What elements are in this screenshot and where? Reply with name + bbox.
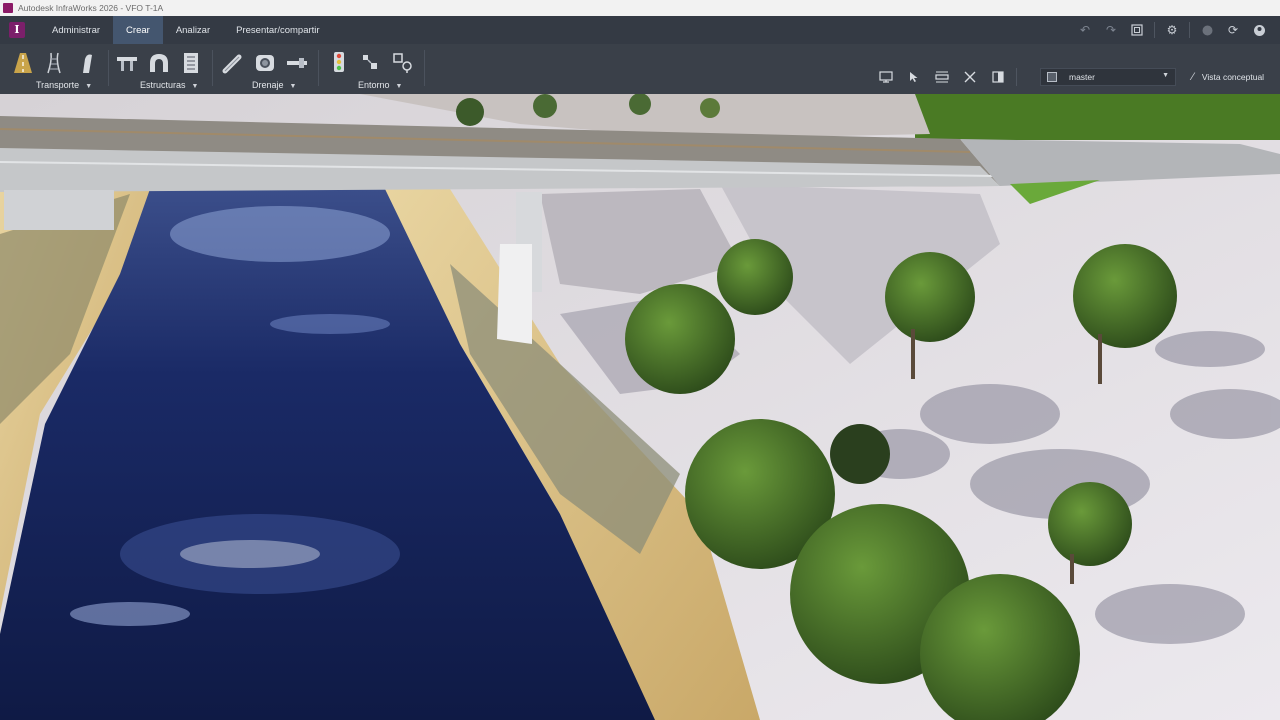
model-explorer-icon[interactable] — [1124, 16, 1150, 44]
proposal-select[interactable]: master ▼ — [1040, 68, 1176, 86]
chevron-down-icon: ▼ — [395, 83, 403, 90]
menu-bar: I Administrar Crear Analizar Presentar/c… — [0, 16, 1280, 44]
building-icon[interactable] — [178, 50, 204, 76]
transporte-label: Transporte — [36, 80, 80, 90]
toolbar-divider — [1016, 68, 1017, 86]
tab-crear[interactable]: Crear — [113, 16, 163, 44]
ribbon-divider — [318, 50, 319, 86]
account-icon[interactable] — [1246, 16, 1272, 44]
grass-area — [915, 94, 1280, 140]
tab-analizar[interactable]: Analizar — [163, 16, 223, 44]
undo-icon[interactable]: ↶ — [1072, 16, 1098, 44]
ribbon-divider — [424, 50, 425, 86]
cross-section-icon[interactable] — [956, 66, 984, 88]
tab-presentar-compartir[interactable]: Presentar/compartir — [223, 16, 332, 44]
ribbon-group-label[interactable]: Entorno ▼ — [358, 80, 402, 90]
panel-toggle-icon[interactable] — [984, 66, 1012, 88]
culvert-icon[interactable] — [252, 50, 278, 76]
ribbon-group-drenaje: Drenaje ▼ — [220, 44, 320, 94]
window-title: Autodesk InfraWorks 2026 - VFO T-1A — [18, 3, 164, 13]
sync-icon[interactable]: ⟳ — [1220, 16, 1246, 44]
redo-icon[interactable]: ↷ — [1098, 16, 1124, 44]
road-icon[interactable] — [10, 50, 36, 76]
visual-style-button[interactable]: ⁄ Vista conceptual — [1192, 68, 1264, 86]
ribbon-group-label[interactable]: Estructuras ▼ — [140, 80, 198, 90]
ribbon-group-label[interactable]: Drenaje ▼ — [252, 80, 296, 90]
chevron-down-icon: ▼ — [1162, 72, 1169, 79]
proposal-icon — [1047, 72, 1057, 82]
ribbon-group-entorno: Entorno ▼ — [326, 44, 426, 94]
ribbon-group-estructuras: Estructuras ▼ — [114, 44, 214, 94]
tab-administrar[interactable]: Administrar — [39, 16, 113, 44]
application-menu-icon[interactable]: I — [9, 22, 25, 38]
ribbon: Transporte ▼ Estructuras ▼ Drenaje ▼ Ent… — [0, 44, 1280, 94]
ribbon-divider — [212, 50, 213, 86]
presentation-icon[interactable] — [872, 66, 900, 88]
3d-viewport[interactable] — [0, 94, 1280, 720]
tree-icon[interactable] — [390, 50, 416, 76]
pipeline-icon[interactable] — [220, 50, 246, 76]
ribbon-group-label[interactable]: Transporte ▼ — [36, 80, 92, 90]
traffic-light-icon[interactable] — [326, 50, 352, 76]
pipe-connector-icon[interactable] — [284, 50, 310, 76]
drenaje-label: Drenaje — [252, 80, 284, 90]
select-cursor-icon[interactable] — [900, 66, 928, 88]
bridge-icon[interactable] — [114, 50, 140, 76]
abutment — [4, 190, 114, 230]
chevron-down-icon: ▼ — [85, 83, 93, 90]
window-titlebar: Autodesk InfraWorks 2026 - VFO T-1A — [0, 0, 1280, 16]
settings-gear-icon[interactable]: ⚙ — [1159, 16, 1185, 44]
measure-icon[interactable] — [928, 66, 956, 88]
quick-access-toolbar: ↶ ↷ ⚙ ⟳ — [1072, 16, 1272, 44]
rail-icon[interactable] — [42, 50, 68, 76]
road-asset-icon[interactable] — [74, 50, 100, 76]
chevron-down-icon: ▼ — [289, 83, 297, 90]
toolbar-divider — [1154, 22, 1155, 38]
visual-style-icon: ⁄ — [1192, 71, 1194, 83]
estructuras-label: Estructuras — [140, 80, 186, 90]
view-tools — [872, 66, 1021, 88]
visual-style-label: Vista conceptual — [1201, 72, 1265, 82]
cloud-icon[interactable] — [1194, 16, 1220, 44]
tunnel-icon[interactable] — [146, 50, 172, 76]
app-icon — [3, 3, 13, 13]
ribbon-divider — [108, 50, 109, 86]
city-furniture-icon[interactable] — [358, 50, 384, 76]
proposal-value: master — [1069, 72, 1095, 82]
entorno-label: Entorno — [358, 80, 390, 90]
toolbar-divider — [1189, 22, 1190, 38]
chevron-down-icon: ▼ — [191, 83, 199, 90]
pier-footing — [497, 244, 532, 344]
3d-scene[interactable] — [0, 94, 1280, 720]
ribbon-group-transporte: Transporte ▼ — [10, 44, 110, 94]
